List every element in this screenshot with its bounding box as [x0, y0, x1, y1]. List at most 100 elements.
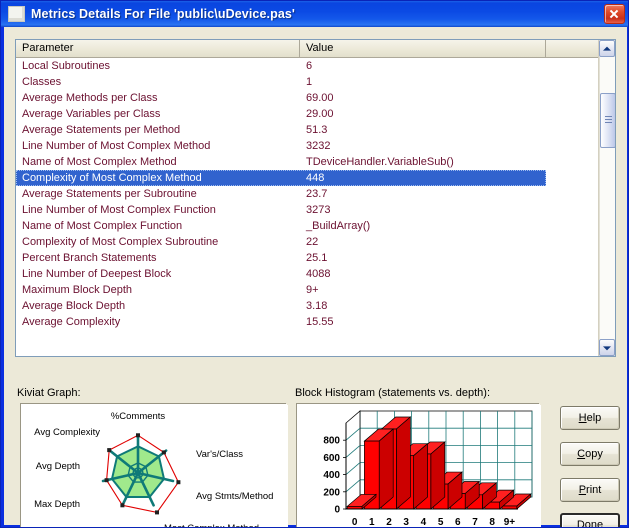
- table-row[interactable]: Average Complexity 15.55: [16, 314, 615, 330]
- cell-parameter: Maximum Block Depth: [22, 284, 133, 296]
- cell-parameter: Classes: [22, 76, 62, 88]
- done-button[interactable]: Done: [560, 513, 620, 528]
- metrics-details-window: Metrics Details For File 'public\uDevice…: [0, 0, 629, 528]
- histogram-y-tick-label: 200: [323, 487, 340, 498]
- cell-value: 9+: [306, 284, 319, 296]
- cell-parameter: Local Subroutines: [22, 60, 111, 72]
- table-row[interactable]: Maximum Block Depth 9+: [16, 282, 615, 298]
- close-icon[interactable]: [604, 4, 625, 24]
- histogram-y-tick-label: 600: [323, 453, 340, 464]
- cell-value: 25.1: [306, 252, 328, 264]
- kiviat-data-point: [161, 450, 166, 455]
- histogram-x-tick-label: 2: [386, 517, 392, 528]
- cell-value: 1: [306, 76, 313, 88]
- button-label: Done: [576, 519, 604, 528]
- grid-vertical-scrollbar[interactable]: [598, 40, 615, 356]
- scroll-down-button[interactable]: [599, 339, 615, 356]
- cell-parameter: Line Number of Most Complex Method: [22, 140, 211, 152]
- histogram-x-tick-label: 0: [352, 517, 358, 528]
- histogram-x-tick-label: 8: [489, 517, 495, 528]
- scrollbar-track[interactable]: [599, 57, 615, 339]
- document-icon: [8, 6, 25, 22]
- table-row[interactable]: Complexity of Most Complex Method 448: [16, 170, 546, 186]
- histogram-x-tick-label: 3: [403, 517, 409, 528]
- cell-value: TDeviceHandler.VariableSub(): [306, 156, 454, 168]
- cell-value: 69.00: [306, 92, 334, 104]
- help-button[interactable]: Help: [560, 406, 620, 430]
- title-bar: Metrics Details For File 'public\uDevice…: [1, 1, 628, 27]
- copy-button[interactable]: Copy: [560, 442, 620, 466]
- kiviat-axis-label: Avg Stmts/Method: [196, 491, 273, 502]
- table-row[interactable]: Line Number of Most Complex Function 3273: [16, 202, 615, 218]
- histogram-x-tick-label: 9+: [504, 517, 516, 528]
- table-row[interactable]: Name of Most Complex Method TDeviceHandle…: [16, 154, 615, 170]
- client-area: Parameter Value Local Subroutines 6 Classe…: [4, 27, 627, 528]
- table-row[interactable]: Average Methods per Class 69.00: [16, 90, 615, 106]
- kiviat-axis-label: %Comments: [111, 411, 166, 422]
- table-row[interactable]: Percent Branch Statements 25.1: [16, 250, 615, 266]
- table-row[interactable]: Complexity of Most Complex Subroutine 22: [16, 234, 615, 250]
- cell-parameter: Average Methods per Class: [22, 92, 158, 104]
- cell-value: 448: [306, 172, 325, 184]
- table-row[interactable]: Average Block Depth 3.18: [16, 298, 615, 314]
- chevron-down-icon: [603, 345, 611, 350]
- scroll-up-button[interactable]: [599, 40, 615, 57]
- print-button[interactable]: Print: [560, 478, 620, 502]
- histogram-x-tick-label: 5: [438, 517, 444, 528]
- cell-value: 22: [306, 236, 319, 248]
- histogram-y-tick-label: 0: [334, 505, 340, 516]
- cell-parameter: Average Complexity: [22, 316, 121, 328]
- scrollbar-thumb[interactable]: [600, 93, 615, 148]
- kiviat-axis-label: Avg Depth: [36, 461, 80, 472]
- kiviat-graph-panel: %Comments Var's/Class Avg Stmts/Method Most…: [21, 404, 287, 528]
- table-row[interactable]: Classes 1: [16, 74, 615, 90]
- window-title: Metrics Details For File 'public\uDevice…: [31, 7, 295, 21]
- block-histogram-panel: 0 200 400 600 800 0 1 2 3 4 5 6 7 8 9+: [297, 404, 540, 528]
- histogram-side-wall: [345, 410, 361, 510]
- column-header-parameter[interactable]: Parameter: [16, 40, 300, 57]
- table-row[interactable]: Line Number of Deepest Block 4088: [16, 266, 615, 282]
- cell-value: 15.55: [306, 316, 334, 328]
- cell-parameter: Name of Most Complex Method: [22, 156, 177, 168]
- kiviat-axis-label: Most Complex Method: [164, 523, 259, 528]
- cell-value: 51.3: [306, 124, 328, 136]
- cell-parameter: Line Number of Deepest Block: [22, 268, 172, 280]
- kiviat-data-point: [120, 503, 125, 508]
- metrics-grid[interactable]: Parameter Value Local Subroutines 6 Classe…: [15, 39, 616, 357]
- table-row[interactable]: Average Variables per Class 29.00: [16, 106, 615, 122]
- grip-icon: [605, 116, 612, 125]
- histogram-x-tick-label: 4: [421, 517, 427, 528]
- block-histogram-chart: 02004006008000 1 2 3 4 5 6 7 8 9+: [323, 410, 533, 528]
- cell-value: 29.00: [306, 108, 334, 120]
- chevron-up-icon: [603, 46, 611, 51]
- table-row[interactable]: Average Statements per Method 51.3: [16, 122, 615, 138]
- cell-parameter: Complexity of Most Complex Method: [22, 172, 202, 184]
- table-row[interactable]: Line Number of Most Complex Method 3232: [16, 138, 615, 154]
- kiviat-graph-chart: %Comments Var's/Class Avg Stmts/Method Most…: [34, 411, 273, 528]
- kiviat-data-point: [104, 478, 109, 483]
- cell-value: 3273: [306, 204, 331, 216]
- kiviat-axis-label: Var's/Class: [196, 449, 243, 460]
- kiviat-data-point: [107, 448, 112, 453]
- kiviat-data-point: [176, 480, 181, 485]
- cell-parameter: Average Statements per Subroutine: [22, 188, 197, 200]
- cell-parameter: Average Variables per Class: [22, 108, 161, 120]
- cell-parameter: Name of Most Complex Function: [22, 220, 183, 232]
- table-row[interactable]: Name of Most Complex Function _BuildArray…: [16, 218, 615, 234]
- cell-parameter: Percent Branch Statements: [22, 252, 157, 264]
- kiviat-graph-label: Kiviat Graph:: [17, 387, 81, 399]
- button-label: Print: [578, 484, 602, 496]
- cell-value: 3232: [306, 140, 331, 152]
- table-row[interactable]: Local Subroutines 6: [16, 58, 615, 74]
- table-row[interactable]: Average Statements per Subroutine 23.7: [16, 186, 615, 202]
- histogram-y-tick-label: 400: [323, 470, 340, 481]
- kiviat-data-point: [155, 510, 159, 515]
- cell-value: 6: [306, 60, 313, 72]
- button-label: Help: [578, 412, 602, 424]
- button-label: Copy: [577, 448, 603, 460]
- cell-value: 3.18: [306, 300, 328, 312]
- column-header-value[interactable]: Value: [300, 40, 546, 57]
- cell-parameter: Line Number of Most Complex Function: [22, 204, 216, 216]
- cell-value: 23.7: [306, 188, 328, 200]
- histogram-x-tick-label: 7: [472, 517, 478, 528]
